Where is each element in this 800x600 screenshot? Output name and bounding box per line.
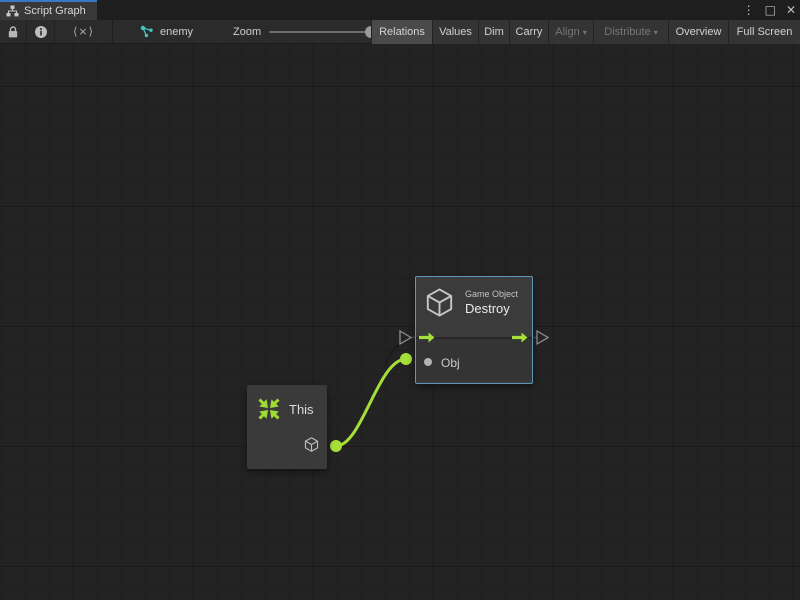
maximize-icon[interactable]: □ — [765, 0, 776, 20]
window-menu-icon[interactable]: ⋮ — [743, 0, 755, 20]
destroy-node-titles: Game Object Destroy — [465, 289, 518, 316]
distribute-dropdown[interactable]: Distribute ▾ — [593, 20, 668, 44]
align-dropdown[interactable]: Align ▾ — [548, 20, 593, 44]
value-connection-wire[interactable] — [336, 359, 406, 446]
cube-icon — [423, 286, 456, 319]
flow-arrow-icon — [512, 332, 528, 343]
connection-layer — [0, 44, 800, 600]
tab-title: Script Graph — [24, 5, 86, 17]
close-icon[interactable]: ✕ — [786, 0, 796, 20]
destroy-node-title: Destroy — [465, 301, 518, 316]
dim-label: Dim — [484, 26, 504, 38]
node-this[interactable]: This — [247, 385, 327, 469]
script-graph-window: Script Graph ⋮ □ ✕ ⟨×⟩ — [0, 0, 800, 600]
values-toggle[interactable]: Values — [432, 20, 478, 44]
control-output-triangle-icon[interactable] — [537, 331, 548, 344]
graph-macro-section: enemy Zoom 1x — [113, 20, 392, 43]
node-destroy[interactable]: Game Object Destroy — [415, 276, 533, 384]
gameobject-output-port[interactable] — [303, 436, 320, 453]
overview-label: Overview — [676, 26, 722, 38]
graph-asset-icon — [140, 25, 154, 38]
connection-start-dot[interactable] — [330, 440, 342, 452]
full-screen-label: Full Screen — [737, 26, 793, 38]
flow-arrow-icon — [419, 332, 435, 343]
destroy-node-subtitle: Game Object — [465, 289, 518, 299]
relations-label: Relations — [379, 26, 425, 38]
this-node-header: This — [247, 385, 327, 423]
tab-script-graph[interactable]: Script Graph — [0, 0, 97, 20]
code-brackets-icon: ⟨×⟩ — [73, 25, 94, 38]
lock-icon — [7, 25, 19, 39]
graph-canvas[interactable]: This Game Object Destroy — [0, 44, 800, 600]
connection-end-dot[interactable] — [400, 353, 412, 365]
graph-name-label: enemy — [160, 26, 193, 38]
title-bar: Script Graph ⋮ □ ✕ — [0, 0, 800, 20]
dim-toggle[interactable]: Dim — [478, 20, 509, 44]
unit-options-button[interactable]: ⟨×⟩ — [55, 20, 113, 43]
control-output-port[interactable] — [512, 332, 528, 343]
chevron-down-icon: ▾ — [654, 28, 658, 37]
carry-toggle[interactable]: Carry — [509, 20, 548, 44]
values-label: Values — [439, 26, 472, 38]
graph-hierarchy-icon — [6, 5, 19, 17]
this-node-title: This — [289, 402, 314, 417]
chevron-down-icon: ▾ — [583, 28, 587, 37]
carry-label: Carry — [516, 26, 543, 38]
info-button[interactable] — [27, 20, 55, 43]
control-input-triangle-icon[interactable] — [400, 331, 411, 344]
converge-arrows-icon — [255, 395, 283, 423]
obj-port-label: Obj — [441, 356, 460, 370]
control-flow-row — [416, 325, 532, 351]
zoom-label: Zoom — [233, 26, 261, 38]
distribute-label: Distribute — [604, 26, 650, 38]
cube-icon — [303, 436, 320, 453]
info-icon — [34, 25, 48, 39]
control-input-port[interactable] — [419, 332, 435, 343]
full-screen-button[interactable]: Full Screen — [728, 20, 800, 44]
toolbar-toggle-group: Relations Values Dim Carry Align ▾ Distr… — [371, 20, 800, 44]
obj-input-port-dot[interactable] — [424, 358, 432, 366]
overview-button[interactable]: Overview — [668, 20, 728, 44]
relations-toggle[interactable]: Relations — [371, 20, 432, 44]
align-label: Align — [555, 26, 579, 38]
destroy-node-header: Game Object Destroy — [416, 277, 532, 325]
lock-button[interactable] — [0, 20, 27, 43]
graph-toolbar: ⟨×⟩ enemy Zoom 1x Relations — [0, 20, 800, 44]
obj-port-row[interactable]: Obj — [416, 351, 532, 381]
window-controls: ⋮ □ ✕ — [743, 0, 796, 20]
zoom-slider[interactable] — [269, 31, 373, 33]
